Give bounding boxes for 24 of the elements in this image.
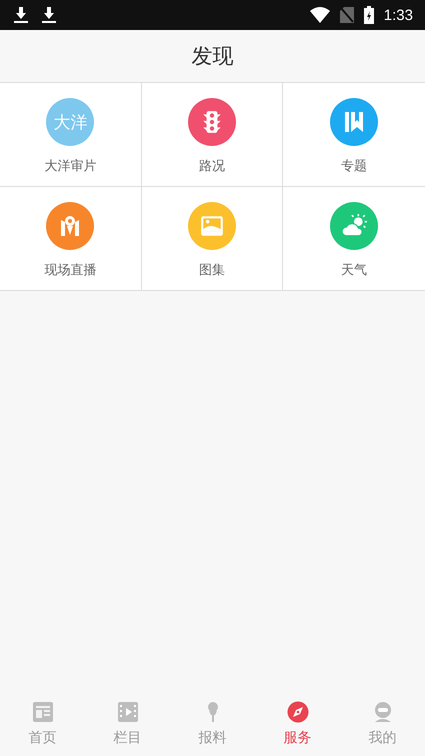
tile-label: 图集 [198, 262, 225, 279]
download-icon [42, 7, 56, 23]
service-tile[interactable]: 专题 [283, 83, 425, 187]
service-tile[interactable]: 天气 [283, 187, 425, 291]
tile-label: 专题 [341, 158, 368, 175]
service-tile[interactable]: 现场直播 [0, 187, 142, 291]
logo-badge: 大洋 [46, 98, 94, 146]
tile-label: 现场直播 [44, 262, 96, 279]
service-tile[interactable]: 大洋 大洋审片 [0, 83, 142, 187]
download-icon [14, 7, 28, 23]
page-title: 发现 [192, 43, 234, 70]
compass-icon [286, 701, 308, 723]
wifi-icon [310, 7, 330, 23]
status-time: 1:33 [384, 6, 413, 24]
tile-label: 路况 [198, 158, 225, 175]
newspaper-icon [32, 701, 54, 723]
battery-icon [364, 6, 374, 24]
film-icon [116, 701, 138, 723]
no-sim-icon [340, 7, 354, 23]
service-tile[interactable]: 图集 [142, 187, 284, 291]
tile-label: 大洋审片 [44, 158, 96, 175]
tile-label: 天气 [341, 262, 368, 279]
nav-tab[interactable]: 服务 [255, 690, 340, 756]
service-tile[interactable]: 路况 [142, 83, 284, 187]
